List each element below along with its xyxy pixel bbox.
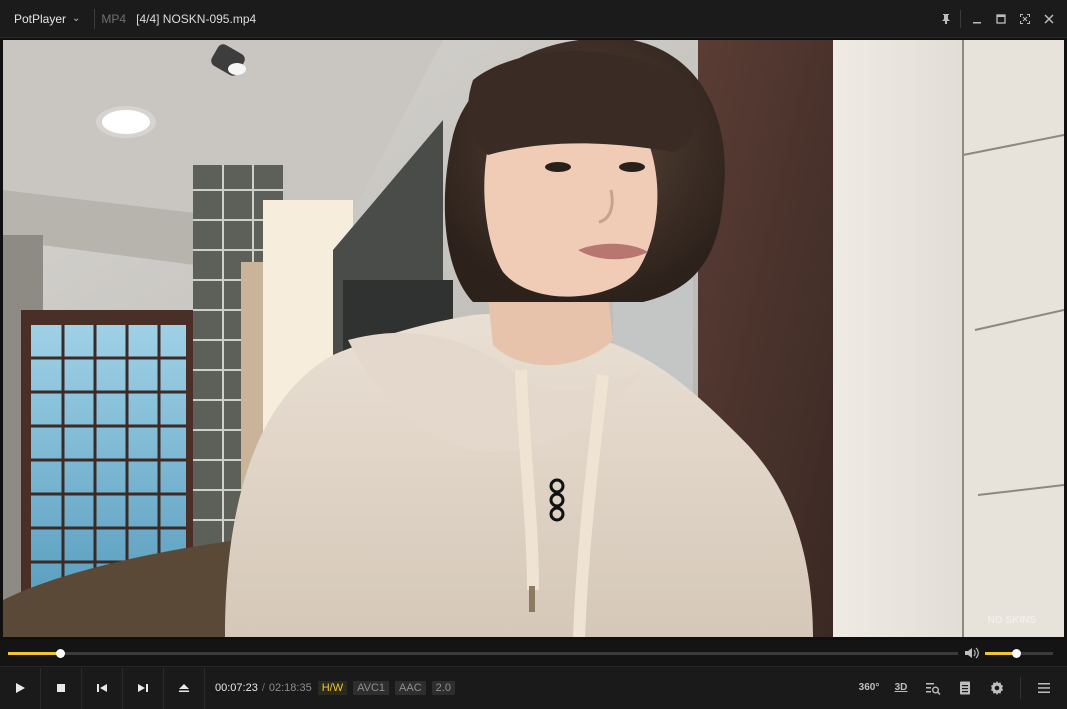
total-duration[interactable]: 02:18:35 [269,682,312,694]
audio-codec-badge[interactable]: AAC [395,681,426,695]
window-title: [4/4] NOSKN-095.mp4 [136,11,257,26]
skip-next-icon [138,684,148,692]
vr-360-icon: 360° [858,682,880,693]
fullscreen-icon[interactable] [1013,7,1037,31]
video-watermark: NO SKINS [987,615,1036,626]
search-subtitle-button[interactable] [920,675,946,701]
video-frame [3,40,1064,637]
stop-button[interactable] [41,667,82,709]
volume-slider-handle[interactable] [1011,649,1021,658]
play-button[interactable] [0,667,41,709]
video-codec-badge[interactable]: AVC1 [353,681,390,695]
control-bar: 00:07:23 / 02:18:35 H/W AVC1 AAC 2.0 360… [0,666,1067,709]
hamburger-menu-icon [1038,682,1050,693]
volume-slider[interactable] [985,649,1053,658]
pin-icon[interactable] [934,7,958,31]
title-divider [94,8,96,29]
chevron-down-icon: ⌄ [72,13,81,24]
playlist-button[interactable] [952,675,978,701]
seek-bar-handle[interactable] [56,649,66,658]
audio-channels-badge[interactable]: 2.0 [431,681,455,695]
3d-mode-button[interactable]: 3D [888,675,914,701]
eject-icon [179,684,189,692]
volume-icon[interactable] [964,646,980,660]
minimize-icon[interactable] [965,7,989,31]
window-controls-divider [960,9,961,28]
play-icon [16,683,25,693]
close-icon[interactable] [1037,7,1061,31]
tools-divider [1020,676,1021,699]
seek-bar-row [0,640,1067,666]
maximize-icon[interactable] [989,7,1013,31]
title-bar: PotPlayer ⌄ MP4 [4/4] NOSKN-095.mp4 [0,0,1067,38]
main-menu-button[interactable] [1031,675,1057,701]
gear-icon [990,680,1004,695]
window-controls [934,0,1061,37]
seek-bar[interactable] [8,649,958,658]
skip-previous-icon [97,684,107,692]
previous-button[interactable] [82,667,123,709]
next-button[interactable] [123,667,164,709]
seek-bar-progress [8,652,61,655]
document-icon [960,681,970,694]
list-search-icon [926,682,941,695]
3d-icon: 3D [894,682,908,693]
settings-button[interactable] [984,675,1010,701]
app-menu-button[interactable]: PotPlayer ⌄ [0,0,94,37]
hardware-decoding-badge[interactable]: H/W [317,681,348,695]
open-file-button[interactable] [164,667,205,709]
format-label: MP4 [101,11,127,26]
app-name: PotPlayer [14,11,67,26]
current-time: 00:07:23 [215,682,258,694]
tool-buttons: 360° 3D [856,667,1057,708]
vr-360-button[interactable]: 360° [856,675,882,701]
video-display[interactable]: NO SKINS [3,40,1064,637]
stop-icon [57,684,65,692]
time-display: 00:07:23 / 02:18:35 [215,682,312,694]
time-separator: / [261,682,265,694]
